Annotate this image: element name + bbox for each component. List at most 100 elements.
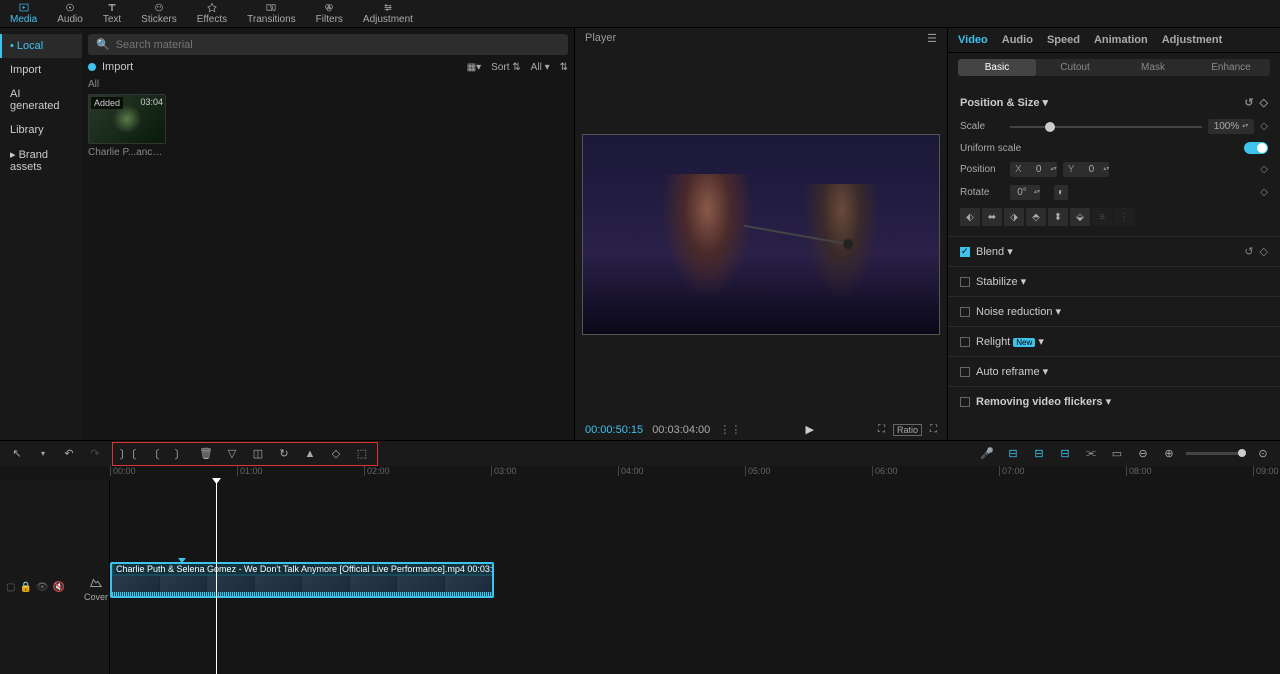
preview-icon[interactable]: ▭ bbox=[1108, 445, 1126, 463]
magnet-2-icon[interactable]: ⊟ bbox=[1030, 445, 1048, 463]
align-top-icon[interactable]: ⬘ bbox=[1026, 208, 1046, 226]
marker-icon[interactable]: ▽ bbox=[223, 445, 241, 463]
rotate-input[interactable]: 0°▴▾ bbox=[1010, 185, 1040, 200]
rotate-keyframe[interactable]: ◇ bbox=[1260, 187, 1268, 198]
section-position-size[interactable]: Position & Size ▾ bbox=[960, 96, 1048, 109]
section-blend[interactable]: Blend ▾ ↺◇ bbox=[948, 237, 1280, 267]
flickers-checkbox[interactable] bbox=[960, 397, 970, 407]
relight-checkbox[interactable] bbox=[960, 337, 970, 347]
pointer-dropdown-icon[interactable]: ▾ bbox=[34, 445, 52, 463]
playhead[interactable] bbox=[216, 480, 217, 674]
scale-slider[interactable] bbox=[1010, 126, 1202, 128]
align-right-icon[interactable]: ⬗ bbox=[1004, 208, 1024, 226]
diamond-icon[interactable]: ◇ bbox=[327, 445, 345, 463]
zoom-slider[interactable] bbox=[1186, 452, 1246, 455]
reset-icon[interactable]: ↺ bbox=[1244, 96, 1253, 109]
timecode-menu-icon[interactable]: ⋮⋮ bbox=[719, 424, 741, 436]
sidebar-item-local[interactable]: • Local bbox=[0, 34, 82, 58]
mirror-icon[interactable]: ◫ bbox=[249, 445, 267, 463]
blend-checkbox[interactable] bbox=[960, 247, 970, 257]
tab-filters[interactable]: Filters bbox=[306, 0, 353, 27]
rtab-video[interactable]: Video bbox=[958, 34, 988, 46]
subtab-basic[interactable]: Basic bbox=[958, 59, 1036, 76]
split-icon[interactable]: 〕〔 bbox=[119, 445, 137, 463]
fullscreen-icon[interactable]: ⛶ bbox=[930, 424, 937, 435]
keyframe-icon[interactable]: ◇ bbox=[1260, 96, 1268, 109]
rtab-adjustment[interactable]: Adjustment bbox=[1162, 34, 1223, 46]
section-noise[interactable]: Noise reduction ▾ bbox=[948, 297, 1280, 327]
scale-value[interactable]: 100%▴▾ bbox=[1208, 119, 1255, 134]
timeline-ruler[interactable]: 00:00 01:00 02:00 03:00 04:00 05:00 06:0… bbox=[0, 466, 1280, 480]
align-hcenter-icon[interactable]: ⬌ bbox=[982, 208, 1002, 226]
split-right-icon[interactable]: 〕 bbox=[171, 445, 189, 463]
section-flickers[interactable]: Removing video flickers ▾ bbox=[948, 387, 1280, 416]
rotate-icon[interactable]: ↻ bbox=[275, 445, 293, 463]
media-item[interactable]: Added 03:04 Charlie P...ance].mp4 bbox=[88, 94, 166, 158]
noise-checkbox[interactable] bbox=[960, 307, 970, 317]
subtab-enhance[interactable]: Enhance bbox=[1192, 59, 1270, 76]
tab-audio[interactable]: Audio bbox=[47, 0, 93, 27]
timeline[interactable]: ▢ 🔒 👁 🔇 Cover Charlie Puth & Selena Gome… bbox=[0, 480, 1280, 674]
tab-transitions[interactable]: Transitions bbox=[237, 0, 306, 27]
rotate-dial[interactable]: ◐ bbox=[1054, 185, 1068, 200]
blend-reset-icon[interactable]: ↺ bbox=[1244, 245, 1253, 258]
stabilize-checkbox[interactable] bbox=[960, 277, 970, 287]
autoreframe-checkbox[interactable] bbox=[960, 367, 970, 377]
split-left-icon[interactable]: 〔 bbox=[145, 445, 163, 463]
focus-icon[interactable]: ⛶ bbox=[878, 424, 885, 435]
tab-media[interactable]: Media bbox=[0, 0, 47, 27]
view-grid-icon[interactable]: ▦▾ bbox=[467, 62, 481, 73]
filter-all-label[interactable]: All bbox=[88, 79, 568, 90]
video-preview[interactable] bbox=[582, 134, 940, 335]
tab-adjustment[interactable]: Adjustment bbox=[353, 0, 423, 27]
rtab-speed[interactable]: Speed bbox=[1047, 34, 1080, 46]
track-lock-icon[interactable]: ▢ bbox=[6, 582, 15, 593]
tab-text[interactable]: Text bbox=[93, 0, 131, 27]
position-y-input[interactable]: Y0▴▾ bbox=[1063, 162, 1110, 177]
sidebar-item-ai[interactable]: AI generated bbox=[0, 82, 82, 118]
filter-all-button[interactable]: All ▾ bbox=[531, 62, 550, 73]
undo-icon[interactable]: ↶ bbox=[60, 445, 78, 463]
track-mute-icon[interactable]: 🔇 bbox=[53, 582, 65, 593]
crop-icon[interactable]: ⬚ bbox=[353, 445, 371, 463]
player-menu-icon[interactable]: ☰ bbox=[927, 32, 937, 45]
blend-keyframe[interactable]: ◇ bbox=[1260, 245, 1268, 258]
tab-stickers[interactable]: Stickers bbox=[131, 0, 187, 27]
video-clip[interactable]: Charlie Puth & Selena Gomez - We Don't T… bbox=[110, 562, 494, 598]
subtab-cutout[interactable]: Cutout bbox=[1036, 59, 1114, 76]
position-keyframe[interactable]: ◇ bbox=[1260, 164, 1268, 175]
cover-button[interactable]: Cover bbox=[84, 576, 108, 602]
align-left-icon[interactable]: ⬖ bbox=[960, 208, 980, 226]
filter-icon[interactable]: ⇅ bbox=[560, 62, 568, 73]
zoom-out-icon[interactable]: ⊖ bbox=[1134, 445, 1152, 463]
rtab-animation[interactable]: Animation bbox=[1094, 34, 1148, 46]
ratio-button[interactable]: Ratio bbox=[893, 424, 922, 436]
pointer-tool-icon[interactable]: ↖ bbox=[8, 445, 26, 463]
rtab-audio[interactable]: Audio bbox=[1002, 34, 1033, 46]
magnet-1-icon[interactable]: ⊟ bbox=[1004, 445, 1022, 463]
sidebar-item-library[interactable]: Library bbox=[0, 118, 82, 142]
subtab-mask[interactable]: Mask bbox=[1114, 59, 1192, 76]
track-eye-icon[interactable]: 👁 bbox=[36, 582, 49, 593]
import-label[interactable]: Import bbox=[102, 61, 133, 73]
zoom-in-icon[interactable]: ⊕ bbox=[1160, 445, 1178, 463]
section-autoreframe[interactable]: Auto reframe ▾ bbox=[948, 357, 1280, 387]
scale-keyframe[interactable]: ◇ bbox=[1260, 121, 1268, 132]
search-field[interactable] bbox=[116, 39, 560, 51]
position-x-input[interactable]: X0▴▾ bbox=[1010, 162, 1057, 177]
zoom-fit-icon[interactable]: ⊙ bbox=[1254, 445, 1272, 463]
align-vcenter-icon[interactable]: ⬍ bbox=[1048, 208, 1068, 226]
sidebar-item-brand[interactable]: ▸ Brand assets bbox=[0, 142, 82, 179]
magnet-3-icon[interactable]: ⊟ bbox=[1056, 445, 1074, 463]
delete-icon[interactable]: 🗑 bbox=[197, 445, 215, 463]
uniform-scale-toggle[interactable] bbox=[1244, 142, 1268, 154]
section-stabilize[interactable]: Stabilize ▾ bbox=[948, 267, 1280, 297]
link-icon[interactable]: ⫘ bbox=[1082, 445, 1100, 463]
sort-button[interactable]: Sort ⇅ bbox=[491, 62, 521, 73]
sidebar-item-import[interactable]: Import bbox=[0, 58, 82, 82]
search-input[interactable]: 🔍 bbox=[88, 34, 568, 55]
section-relight[interactable]: RelightNew ▾ bbox=[948, 327, 1280, 357]
track-padlock-icon[interactable]: 🔒 bbox=[19, 582, 31, 593]
align-bottom-icon[interactable]: ⬙ bbox=[1070, 208, 1090, 226]
play-button[interactable]: ▶ bbox=[805, 423, 813, 436]
